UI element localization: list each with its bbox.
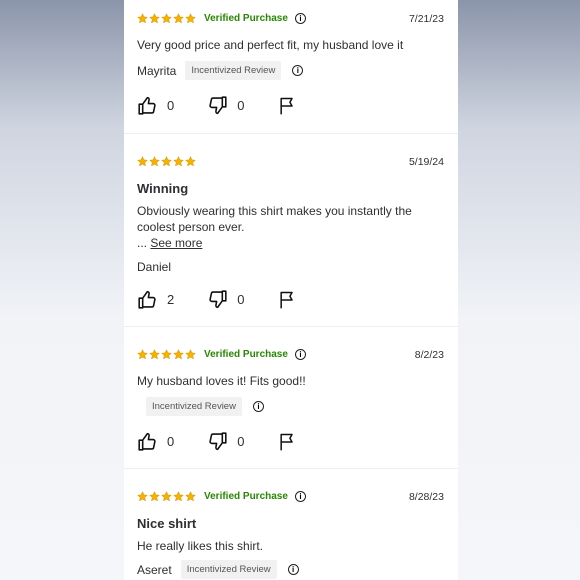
thumbs-up-icon (138, 290, 156, 309)
star-icon (173, 349, 184, 360)
review-date: 7/21/23 (408, 13, 444, 25)
star-icon (149, 156, 160, 167)
report-button[interactable] (277, 432, 297, 452)
star-icon (161, 491, 172, 502)
helpful-count: 0 (167, 434, 175, 449)
helpful-button[interactable]: 0 (137, 431, 174, 452)
star-icon (173, 13, 184, 24)
review-card: Verified Purchase i 8/28/23 Nice shirt H… (124, 469, 458, 580)
flag-icon (280, 97, 294, 114)
review-date: 8/2/23 (414, 349, 444, 361)
info-icon[interactable]: i (252, 401, 264, 412)
helpful-button[interactable]: 2 (137, 289, 174, 310)
star-icon (161, 156, 172, 167)
star-icon (137, 13, 148, 24)
review-badge-row: Incentivized Review i (146, 397, 264, 416)
helpful-count: 2 (167, 292, 175, 307)
star-icon (173, 156, 184, 167)
helpful-count: 0 (167, 98, 175, 113)
review-date: 5/19/24 (408, 156, 444, 168)
review-text: Very good price and perfect fit, my husb… (137, 38, 404, 52)
verified-purchase-label: Verified Purchase (204, 491, 288, 502)
flag-icon (280, 291, 294, 308)
star-icon (185, 156, 196, 167)
star-icon (185, 13, 196, 24)
star-icon (137, 156, 148, 167)
star-icon (137, 491, 148, 502)
review-text: Obviously wearing this shirt makes you i… (137, 204, 412, 234)
review-card: 5/19/24 Winning Obviously wearing this s… (124, 134, 458, 327)
unhelpful-button[interactable]: 0 (207, 95, 244, 116)
info-icon[interactable]: i (294, 491, 306, 502)
flag-icon (280, 433, 294, 450)
star-rating (137, 156, 196, 167)
unhelpful-button[interactable]: 0 (207, 289, 244, 310)
thumbs-down-icon (209, 96, 227, 115)
star-icon (173, 491, 184, 502)
review-text: He really likes this shirt. (137, 539, 264, 553)
review-card: Verified Purchase i 7/21/23 Very good pr… (124, 0, 458, 134)
reviews-panel: Verified Purchase i 7/21/23 Very good pr… (124, 0, 458, 580)
report-button[interactable] (277, 290, 297, 310)
review-author-row: Mayrita Incentivized Review i (137, 61, 304, 80)
info-icon[interactable]: i (294, 13, 306, 24)
incentivized-badge: Incentivized Review (185, 61, 282, 80)
background-right (458, 0, 580, 580)
thumbs-up-icon (138, 432, 156, 451)
background-left (0, 0, 124, 580)
unhelpful-count: 0 (237, 292, 245, 307)
unhelpful-count: 0 (237, 434, 245, 449)
verified-purchase-label: Verified Purchase (204, 13, 288, 24)
star-icon (185, 349, 196, 360)
see-more-row: ... See more (137, 236, 202, 250)
star-icon (185, 491, 196, 502)
star-icon (149, 491, 160, 502)
incentivized-badge: Incentivized Review (146, 397, 242, 416)
star-icon (161, 349, 172, 360)
star-icon (149, 349, 160, 360)
review-actions: 0 0 (137, 95, 297, 116)
review-author-row: Aseret Incentivized Review i (137, 560, 299, 579)
review-header: Verified Purchase i (137, 491, 306, 502)
info-icon[interactable]: i (287, 564, 299, 575)
review-card: Verified Purchase i 8/2/23 My husband lo… (124, 327, 458, 469)
unhelpful-count: 0 (237, 98, 245, 113)
review-title: Winning (137, 181, 189, 196)
star-icon (137, 349, 148, 360)
review-header: Verified Purchase i (137, 13, 306, 24)
see-more-link[interactable]: See more (150, 236, 202, 250)
star-rating (137, 13, 196, 24)
star-icon (149, 13, 160, 24)
thumbs-down-icon (209, 432, 227, 451)
star-icon (161, 13, 172, 24)
review-title: Nice shirt (137, 516, 197, 531)
star-rating (137, 491, 196, 502)
star-rating (137, 349, 196, 360)
unhelpful-button[interactable]: 0 (207, 431, 244, 452)
thumbs-up-icon (138, 96, 156, 115)
review-author: Mayrita (137, 63, 177, 78)
incentivized-badge: Incentivized Review (180, 560, 277, 579)
review-actions: 0 0 (137, 431, 297, 452)
info-icon[interactable]: i (294, 349, 306, 360)
helpful-button[interactable]: 0 (137, 95, 174, 116)
review-text: My husband loves it! Fits good!! (137, 374, 306, 388)
review-actions: 2 0 (137, 289, 297, 310)
review-author: Aseret (137, 562, 172, 577)
thumbs-down-icon (209, 290, 227, 309)
see-more-ellipsis: ... (137, 236, 148, 250)
review-date: 8/28/23 (408, 491, 444, 503)
verified-purchase-label: Verified Purchase (204, 349, 288, 360)
info-icon[interactable]: i (292, 65, 304, 76)
report-button[interactable] (277, 96, 297, 116)
review-header: Verified Purchase i (137, 349, 306, 360)
review-header (137, 156, 196, 167)
review-author: Daniel (137, 260, 172, 274)
